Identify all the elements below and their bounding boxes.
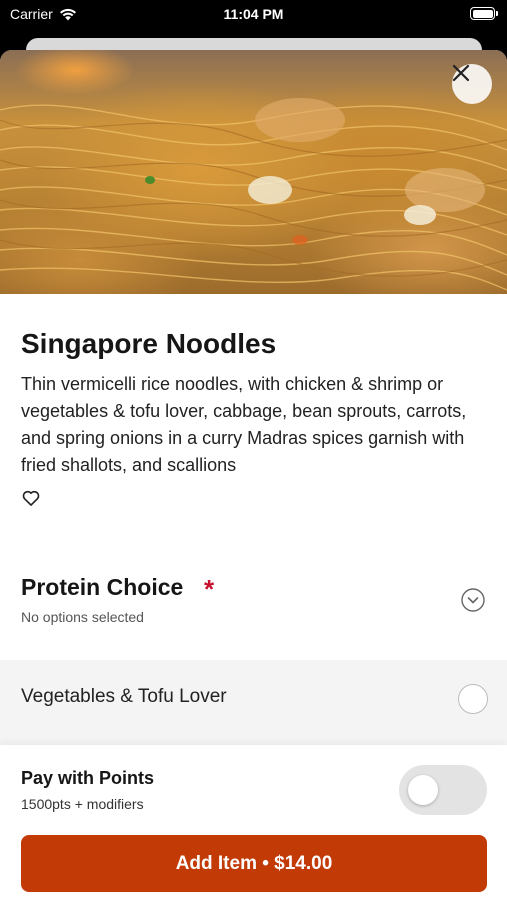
close-button[interactable] <box>452 64 492 104</box>
option-radio[interactable] <box>458 684 488 714</box>
battery-icon <box>470 7 498 20</box>
pay-with-points-title: Pay with Points <box>21 768 155 788</box>
order-footer: Pay with Points 1500pts + modifiers Add … <box>0 745 507 900</box>
item-description: Thin vermicelli rice noodles, with chick… <box>21 374 467 475</box>
item-detail-sheet: Singapore Noodles Thin vermicelli rice n… <box>0 50 507 900</box>
pay-with-points-subtitle: 1500pts + modifiers <box>21 796 144 812</box>
item-photo <box>0 50 507 294</box>
option-label: Vegetables & Tofu Lover <box>21 686 227 707</box>
protein-option-row[interactable]: Vegetables & Tofu Lover <box>0 660 507 745</box>
noodles-texture <box>0 98 507 291</box>
heart-outline-icon[interactable] <box>21 488 41 508</box>
protein-choice-title: Protein Choice <box>21 574 184 600</box>
pay-with-points-toggle[interactable] <box>399 765 487 815</box>
protein-choice-status: No options selected <box>21 609 144 625</box>
add-item-button[interactable]: Add Item • $14.00 <box>21 835 487 892</box>
chevron-down-icon[interactable] <box>461 588 485 612</box>
status-bar: Carrier 11:04 PM <box>0 0 507 30</box>
close-icon <box>452 64 470 82</box>
required-marker: * <box>204 574 215 604</box>
toggle-knob <box>408 775 438 805</box>
item-title: Singapore Noodles <box>21 328 277 359</box>
add-item-button-label: Add Item • $14.00 <box>175 852 333 874</box>
clock: 11:04 PM <box>223 6 284 22</box>
